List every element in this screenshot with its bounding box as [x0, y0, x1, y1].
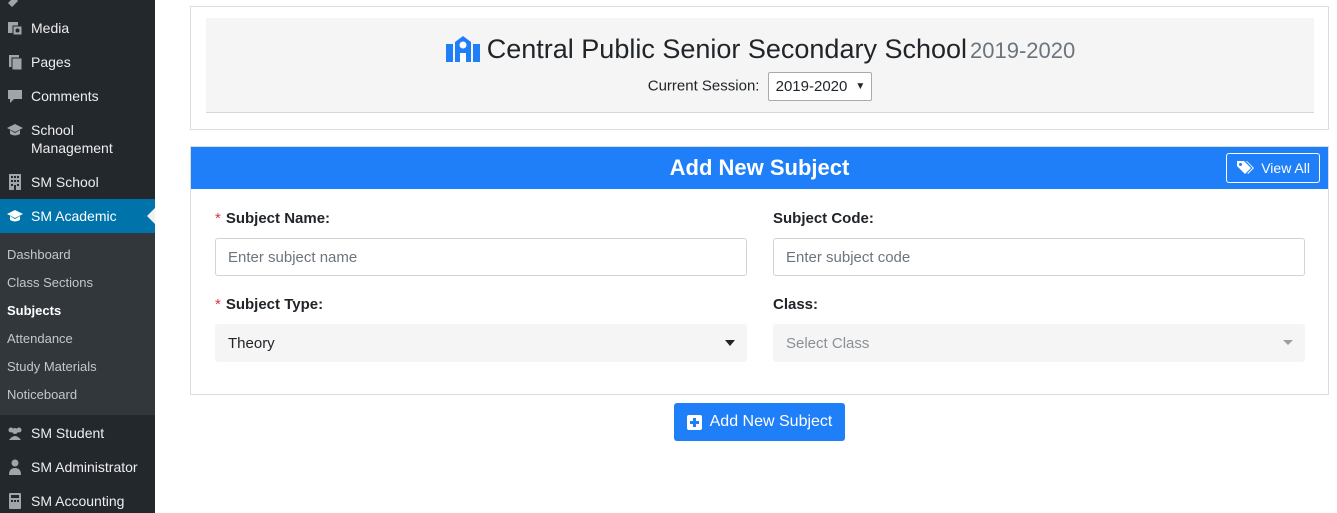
- sidebar-item-comments[interactable]: Comments: [0, 87, 155, 105]
- sidebar-item-label: SM Academic: [31, 208, 117, 224]
- school-title: Central Public Senior Secondary School 20…: [206, 34, 1314, 65]
- comments-icon: [5, 87, 25, 105]
- session-label: Current Session:: [647, 77, 760, 95]
- sm-academic-submenu: Dashboard Class Sections Subjects Attend…: [0, 233, 155, 415]
- session-select[interactable]: 2019-2020 ▼: [767, 72, 873, 101]
- submenu-item-study-materials[interactable]: Study Materials: [7, 359, 97, 375]
- school-year: 2019-2020: [970, 38, 1076, 63]
- pushpin-icon: [5, 0, 25, 9]
- school-icon: [445, 36, 480, 62]
- required-mark: *: [215, 210, 221, 227]
- sidebar-item-label: Media: [31, 20, 70, 36]
- caret-down-icon: [725, 340, 735, 346]
- view-all-button[interactable]: View All: [1226, 153, 1320, 183]
- school-header-panel: Central Public Senior Secondary School 20…: [206, 18, 1314, 113]
- pages-icon: [5, 53, 25, 71]
- subject-type-label: * Subject Type:: [215, 296, 324, 313]
- caret-down-icon: ▼: [855, 81, 866, 92]
- sidebar-item-label: SM School: [31, 174, 99, 190]
- subject-code-label: Subject Code:: [773, 210, 874, 227]
- sidebar-item-sm-school[interactable]: SM School: [0, 173, 155, 191]
- submenu-item-subjects[interactable]: Subjects: [7, 303, 61, 319]
- class-label: Class:: [773, 296, 819, 313]
- caret-down-icon: [1283, 340, 1293, 345]
- sidebar-item-label: Comments: [31, 88, 99, 104]
- active-indicator-arrow: [147, 208, 155, 224]
- add-new-subject-button[interactable]: Add New Subject: [674, 403, 845, 441]
- sidebar-item-label: SM Administrator: [31, 459, 138, 475]
- admin-sidebar: Media Pages Comments School Management S…: [0, 0, 155, 513]
- subject-name-input[interactable]: [215, 238, 747, 276]
- class-placeholder: Select Class: [786, 334, 870, 352]
- sidebar-item-label: Pages: [31, 54, 71, 70]
- user-icon: [5, 458, 25, 476]
- tags-icon: [1237, 161, 1255, 174]
- add-subject-header: Add New Subject View All: [191, 147, 1328, 189]
- session-row: Current Session: 2019-2020 ▼: [206, 72, 1314, 101]
- building-icon: [5, 173, 25, 191]
- users-icon: [5, 424, 25, 442]
- sidebar-item-label: SM Accounting: [31, 493, 125, 509]
- media-icon: [5, 19, 25, 37]
- subject-type-value: Theory: [228, 334, 275, 352]
- school-header-card: Central Public Senior Secondary School 20…: [190, 6, 1329, 130]
- sidebar-item-sm-administrator[interactable]: SM Administrator: [0, 458, 155, 476]
- sidebar-item-media[interactable]: Media: [0, 19, 155, 37]
- graduation-cap-icon: [5, 121, 25, 139]
- subject-type-select[interactable]: Theory: [215, 324, 747, 362]
- class-select[interactable]: Select Class: [773, 324, 1305, 362]
- sidebar-item-pages[interactable]: Pages: [0, 53, 155, 71]
- submenu-item-attendance[interactable]: Attendance: [7, 331, 73, 347]
- sidebar-item-sm-accounting[interactable]: SM Accounting: [0, 492, 155, 510]
- subject-code-input[interactable]: [773, 238, 1305, 276]
- view-all-label: View All: [1261, 160, 1310, 176]
- submenu-item-dashboard[interactable]: Dashboard: [7, 247, 71, 263]
- session-value: 2019-2020: [775, 78, 848, 95]
- add-subject-card: Add New Subject View All * Subject Name: …: [190, 146, 1329, 395]
- sidebar-item-partial[interactable]: [0, 0, 155, 7]
- sidebar-item-school-management[interactable]: School Management: [0, 121, 120, 157]
- sidebar-item-label: SM Student: [31, 425, 105, 441]
- calculator-icon: [5, 492, 25, 510]
- subject-name-label: * Subject Name:: [215, 210, 331, 227]
- sidebar-item-label: School Management: [31, 122, 113, 156]
- school-name: Central Public Senior Secondary School: [486, 34, 968, 64]
- submenu-item-noticeboard[interactable]: Noticeboard: [7, 387, 77, 403]
- submenu-item-class-sections[interactable]: Class Sections: [7, 275, 93, 291]
- sidebar-item-sm-academic[interactable]: SM Academic: [0, 199, 155, 233]
- form-title: Add New Subject: [669, 155, 850, 180]
- graduation-cap-icon: [5, 207, 25, 225]
- plus-square-icon: [686, 414, 702, 430]
- submit-label: Add New Subject: [709, 413, 833, 430]
- sidebar-item-sm-student[interactable]: SM Student: [0, 424, 155, 442]
- required-mark: *: [215, 296, 221, 313]
